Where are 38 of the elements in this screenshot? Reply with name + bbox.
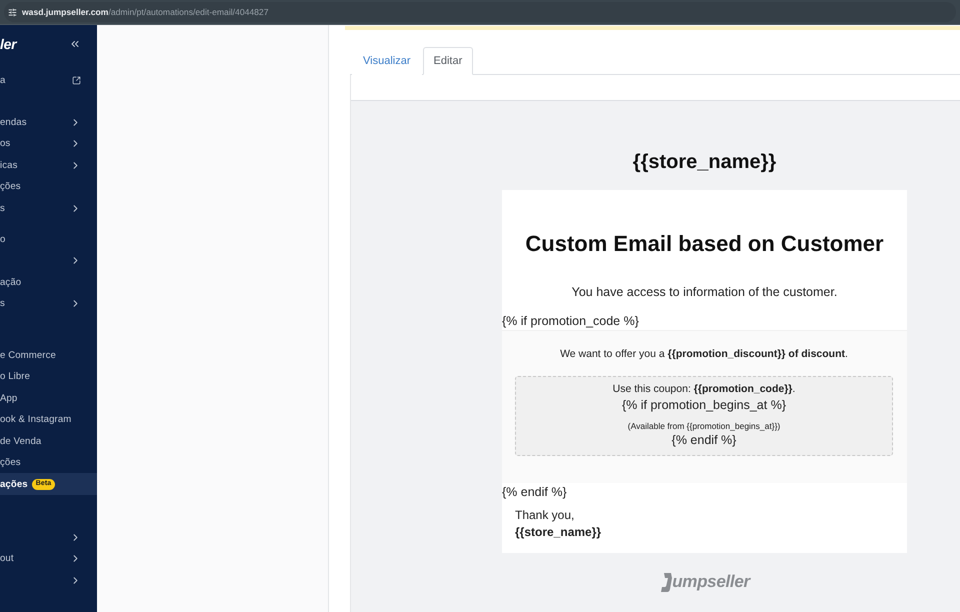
sidebar-item[interactable]: s xyxy=(0,292,97,314)
collapse-button[interactable] xyxy=(69,38,81,50)
template-tag-text: {% if promotion_code %} xyxy=(502,313,639,329)
sidebar-item[interactable]: a xyxy=(0,69,97,91)
logo-mark-icon xyxy=(661,573,672,592)
sidebar-item[interactable]: ções xyxy=(0,176,97,198)
signature-text: {{store_name}} xyxy=(514,524,602,540)
template-tag-text: {% endif %} xyxy=(672,432,736,448)
sidebar-item[interactable]: os xyxy=(0,132,97,154)
sliders-icon[interactable] xyxy=(8,8,17,16)
sidebar-item[interactable]: s xyxy=(0,197,97,219)
availability-text: (Available from {{promotion_begins_at}}) xyxy=(628,420,780,432)
logo-text: ler xyxy=(0,36,16,52)
sidebar-item[interactable]: e Commerce xyxy=(0,344,97,366)
template-tag-text: {% if promotion_begins_at %} xyxy=(622,397,786,413)
address-bar[interactable]: wasd.jumpseller.com/admin/pt/automations/edit-email/4044827 xyxy=(4,2,956,22)
sidebar-item[interactable]: icas xyxy=(0,154,97,176)
coupon-text: Use this coupon: {{promotion_code}}. xyxy=(612,382,796,396)
double-chevron-left-icon xyxy=(69,38,81,50)
offer-text: We want to offer you a {{promotion_discount}} of discount. xyxy=(559,347,849,361)
sidebar-item[interactable]: o Libre xyxy=(0,366,97,388)
sidebar-item[interactable]: endas xyxy=(0,111,97,133)
sidebar-item[interactable]: ação xyxy=(0,271,97,293)
sidebar-item[interactable]: out xyxy=(0,548,97,570)
sidebar-item[interactable]: ções xyxy=(0,452,97,474)
tab[interactable]: Editar xyxy=(422,47,474,75)
store-name-heading: {{store_name}} xyxy=(632,150,778,174)
url-text: wasd.jumpseller.com/admin/pt/automations/edit-email/4044827 xyxy=(22,7,268,17)
sidebar-item[interactable]: o xyxy=(0,228,97,250)
email-title: Custom Email based on Customer xyxy=(524,231,885,257)
intro-text: You have access to information of the customer. xyxy=(570,284,838,300)
sidebar-item[interactable]: App xyxy=(0,387,97,409)
template-tag-text: {% endif %} xyxy=(502,484,567,500)
sidebar-item[interactable]: de Venda xyxy=(0,430,97,452)
external-link-icon xyxy=(72,76,81,84)
closing-text: Thank you, xyxy=(514,507,574,523)
logo-text: umpseller xyxy=(672,572,750,592)
sidebar-item[interactable]: ook & Instagram xyxy=(0,408,97,430)
